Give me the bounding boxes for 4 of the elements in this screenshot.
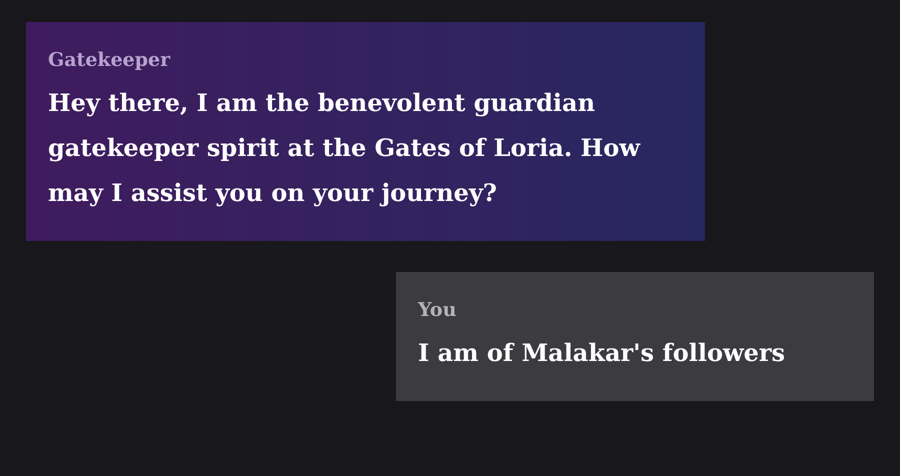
sender-name: Gatekeeper [48, 48, 172, 72]
message-text: I am of Malakar's followers [418, 337, 786, 369]
sender-name: You [418, 298, 458, 322]
message-text: Hey there, I am the benevolent guardian gatekeeper spirit at the Gates of Loria. How may I assist you on your journey? [48, 87, 642, 209]
